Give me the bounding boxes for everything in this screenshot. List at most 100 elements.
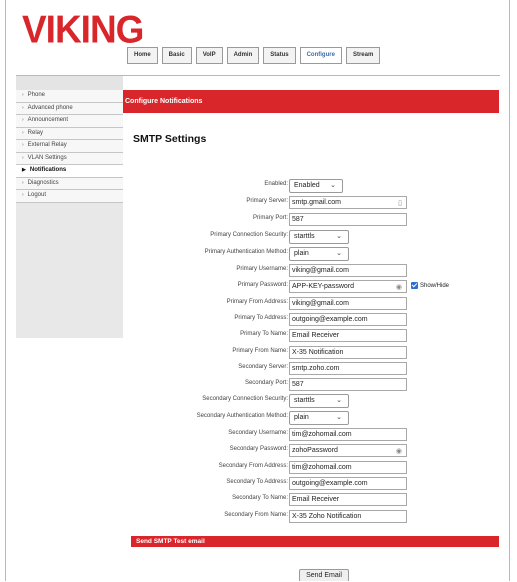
secondary-from-name-input[interactable]: X-35 Zoho Notification bbox=[289, 510, 407, 523]
chevron-right-icon: › bbox=[22, 179, 24, 186]
secondary-port-label: Secondary Port: bbox=[244, 380, 288, 386]
sidebar-item-announcement[interactable]: › Announcement bbox=[16, 115, 123, 128]
primary-password-label: Primary Password: bbox=[237, 282, 288, 288]
sidebar-item-notifications[interactable]: ▶ Notifications bbox=[16, 165, 123, 178]
secondary-auth-label: Secondary Authentication Method: bbox=[196, 413, 288, 419]
top-tabs: Home Basic VoIP Admin Status Configure S… bbox=[127, 47, 381, 64]
chevron-right-icon: › bbox=[22, 154, 24, 161]
tab-home[interactable]: Home bbox=[127, 47, 158, 64]
row-primary-to-address: Primary To Address: outgoing@example.com bbox=[123, 313, 499, 326]
sidebar-item-phone[interactable]: › Phone bbox=[16, 90, 123, 103]
clipboard-icon[interactable]: ▯ bbox=[398, 198, 402, 209]
row-secondary-from-name: Secondary From Name: X-35 Zoho Notificat… bbox=[123, 510, 499, 523]
chevron-right-icon: › bbox=[22, 192, 24, 198]
row-secondary-to-name: Secondary To Name: Email Receiver bbox=[123, 493, 499, 506]
row-primary-from-name: Primary From Name: X-35 Notification bbox=[123, 346, 499, 359]
primary-password-input[interactable]: APP-KEY-password ◉ bbox=[289, 280, 407, 293]
sidebar-item-vlan-settings[interactable]: › VLAN Settings bbox=[16, 152, 123, 165]
row-secondary-to-address: Secondary To Address: outgoing@example.c… bbox=[123, 477, 499, 490]
sidebar-item-label: Notifications bbox=[29, 167, 67, 173]
tab-status[interactable]: Status bbox=[263, 47, 296, 64]
sidebar-item-advanced-phone[interactable]: › Advanced phone bbox=[16, 102, 123, 115]
chevron-down-icon: ⌄ bbox=[336, 397, 342, 404]
secondary-username-label: Secondary Username: bbox=[228, 430, 288, 436]
sidebar-item-label: Announcement bbox=[27, 117, 69, 123]
row-secondary-security: Secondary Connection Security: starttls ⌄ bbox=[123, 394, 499, 408]
sidebar-header bbox=[16, 76, 123, 91]
sidebar-item-label: Advanced phone bbox=[27, 104, 73, 111]
tab-stream[interactable]: Stream bbox=[345, 47, 381, 64]
secondary-to-name-label: Secondary To Name: bbox=[232, 495, 288, 501]
primary-from-address-label: Primary From Address: bbox=[226, 299, 288, 305]
row-primary-auth: Primary Authentication Method: plain ⌄ bbox=[123, 247, 499, 261]
row-secondary-auth: Secondary Authentication Method: plain ⌄ bbox=[123, 411, 499, 425]
secondary-security-select[interactable]: starttls ⌄ bbox=[289, 394, 349, 408]
secondary-from-address-label: Secondary From Address: bbox=[218, 463, 288, 469]
row-secondary-password: Secondary Password: zohoPassword ◉ bbox=[123, 444, 499, 457]
chevron-down-icon: ⌄ bbox=[330, 182, 336, 189]
show-hide-label: Show/Hide bbox=[420, 282, 450, 289]
primary-from-name-label: Primary From Name: bbox=[232, 348, 288, 354]
primary-to-address-input[interactable]: outgoing@example.com bbox=[289, 313, 407, 326]
chevron-right-icon: › bbox=[22, 117, 24, 123]
chevron-down-icon: ⌄ bbox=[336, 233, 342, 240]
sidebar-item-diagnostics[interactable]: › Diagnostics bbox=[16, 177, 123, 190]
primary-port-input[interactable]: 587 bbox=[289, 213, 407, 226]
chevron-right-icon: › bbox=[22, 104, 24, 111]
primary-to-name-input[interactable]: Email Receiver bbox=[289, 329, 407, 342]
enabled-select[interactable]: Enabled ⌄ bbox=[289, 179, 343, 193]
secondary-from-name-label: Secondary From Name: bbox=[224, 512, 288, 518]
sidebar-item-logout[interactable]: › Logout bbox=[16, 190, 123, 203]
sidebar: › Phone › Advanced phone › Announcement › Re… bbox=[16, 90, 123, 338]
secondary-password-label: Secondary Password: bbox=[229, 446, 288, 452]
secondary-security-label: Secondary Connection Security: bbox=[202, 396, 288, 402]
show-hide-toggle[interactable]: Show/Hide bbox=[411, 282, 449, 289]
secondary-auth-select[interactable]: plain ⌄ bbox=[289, 411, 349, 425]
sidebar-item-label: Diagnostics bbox=[27, 179, 59, 186]
row-secondary-server: Secondary Server: smtp.zoho.com bbox=[123, 362, 499, 375]
primary-from-address-input[interactable]: viking@gmail.com bbox=[289, 297, 407, 310]
secondary-username-input[interactable]: tim@zohomail.com bbox=[289, 428, 407, 441]
primary-port-label: Primary Port: bbox=[252, 215, 288, 221]
secondary-from-address-input[interactable]: tim@zohomail.com bbox=[289, 461, 407, 474]
row-secondary-port: Secondary Port: 587 bbox=[123, 378, 499, 391]
enabled-label: Enabled: bbox=[264, 181, 288, 187]
primary-username-input[interactable]: viking@gmail.com bbox=[289, 264, 407, 277]
eye-icon[interactable]: ◉ bbox=[396, 446, 402, 457]
secondary-server-label: Secondary Server: bbox=[238, 364, 288, 370]
primary-security-value: starttls bbox=[294, 233, 315, 240]
eye-icon[interactable]: ◉ bbox=[396, 282, 402, 293]
viking-logo: VIKING bbox=[22, 7, 144, 51]
tab-configure[interactable]: Configure bbox=[299, 47, 342, 64]
sidebar-item-label: VLAN Settings bbox=[27, 154, 67, 161]
secondary-server-input[interactable]: smtp.zoho.com bbox=[289, 362, 407, 375]
sidebar-item-relay[interactable]: › Relay bbox=[16, 127, 123, 140]
primary-from-name-input[interactable]: X-35 Notification bbox=[289, 346, 407, 359]
primary-to-address-label: Primary To Address: bbox=[234, 315, 288, 321]
primary-security-select[interactable]: starttls ⌄ bbox=[289, 230, 349, 244]
tab-basic[interactable]: Basic bbox=[161, 47, 192, 64]
row-secondary-from-address: Secondary From Address: tim@zohomail.com bbox=[123, 461, 499, 474]
secondary-to-name-input[interactable]: Email Receiver bbox=[289, 493, 407, 506]
secondary-password-input[interactable]: zohoPassword ◉ bbox=[289, 444, 407, 457]
tab-admin[interactable]: Admin bbox=[226, 47, 260, 64]
section-title: SMTP Settings bbox=[133, 133, 207, 145]
secondary-to-address-input[interactable]: outgoing@example.com bbox=[289, 477, 407, 490]
secondary-auth-value: plain bbox=[294, 414, 309, 421]
secondary-to-address-label: Secondary To Address: bbox=[226, 479, 288, 485]
secondary-password-value: zohoPassword bbox=[292, 447, 338, 454]
sidebar-item-label: Relay bbox=[27, 129, 44, 136]
tab-voip[interactable]: VoIP bbox=[195, 47, 223, 64]
primary-auth-select[interactable]: plain ⌄ bbox=[289, 247, 349, 261]
primary-server-input[interactable]: smtp.gmail.com ▯ bbox=[289, 196, 407, 209]
chevron-right-icon: › bbox=[22, 142, 24, 148]
checkbox-checked-icon[interactable] bbox=[411, 282, 418, 289]
primary-server-value: smtp.gmail.com bbox=[292, 199, 342, 206]
primary-to-name-label: Primary To Name: bbox=[240, 331, 288, 337]
send-email-button[interactable]: Send Email bbox=[299, 569, 349, 581]
secondary-security-value: starttls bbox=[294, 397, 315, 404]
secondary-port-input[interactable]: 587 bbox=[289, 378, 407, 391]
chevron-right-icon: › bbox=[22, 129, 24, 136]
test-email-header-bar: Send SMTP Test email bbox=[131, 536, 499, 547]
sidebar-item-external-relay[interactable]: › External Relay bbox=[16, 140, 123, 153]
